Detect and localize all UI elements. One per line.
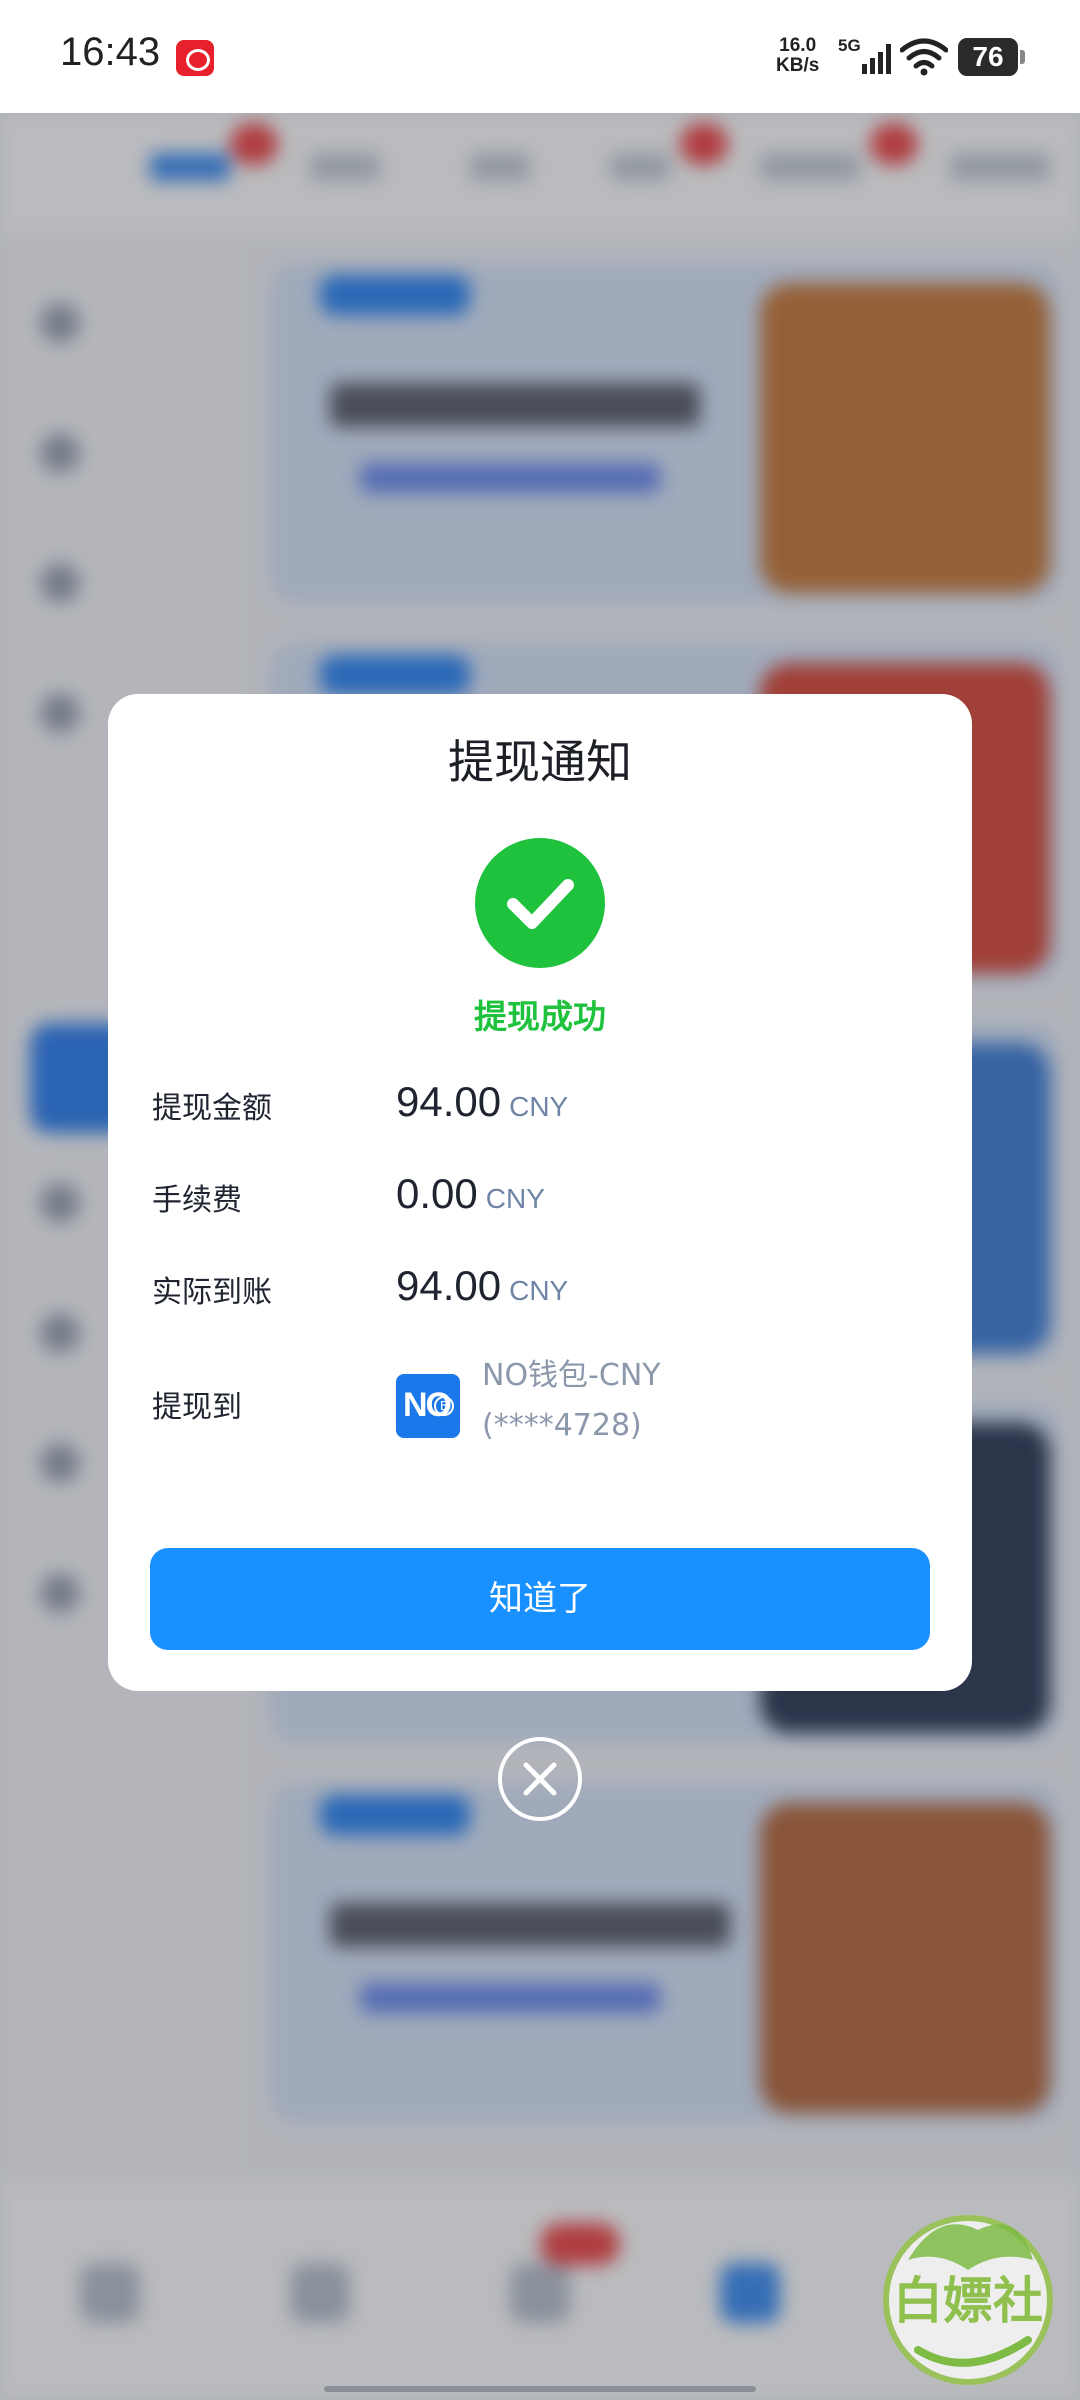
wallet-logo-badge: B: [434, 1396, 454, 1416]
wallet-account: (****4728): [482, 1408, 642, 1443]
received-value: 94.00: [396, 1262, 502, 1309]
destination-label: 提现到: [152, 1390, 242, 1425]
fee-unit: CNY: [485, 1183, 545, 1214]
watermark-text: 白嫖社: [893, 2272, 1043, 2330]
network-speed-value: 16.0: [779, 35, 817, 56]
success-status-text: 提现成功: [474, 997, 606, 1036]
fee-value: 0.00: [396, 1170, 478, 1217]
watermark-logo: 白嫖社: [883, 2215, 1053, 2385]
confirm-button[interactable]: 知道了: [150, 1548, 930, 1650]
wallet-logo-icon: NO B: [396, 1374, 460, 1438]
app-notification-icon: [176, 40, 214, 76]
network-speed-unit: KB/s: [776, 55, 820, 76]
fee-label: 手续费: [152, 1183, 242, 1218]
amount-value: 94.00: [396, 1078, 502, 1125]
withdrawal-dialog: 提现通知 提现成功 提现金额 94.00 CNY 手续费 0.00 CNY 实际到账…: [108, 694, 972, 1691]
status-time: 16:43: [60, 30, 161, 74]
check-circle-icon: [475, 838, 605, 968]
checkmark-icon: [507, 879, 574, 929]
network-type: 5G: [838, 36, 861, 55]
close-dialog-button[interactable]: [498, 1737, 582, 1821]
amount-value-group: 94.00 CNY: [396, 1078, 568, 1126]
close-icon: [523, 1762, 557, 1796]
signal-icon: [862, 44, 891, 74]
battery-indicator: 76: [958, 38, 1025, 76]
status-bar: 16:43 16.0 KB/s 5G 76: [0, 0, 1080, 113]
fee-value-group: 0.00 CNY: [396, 1170, 545, 1218]
home-indicator[interactable]: [324, 2386, 756, 2392]
wallet-name: NO钱包-CNY: [482, 1358, 661, 1393]
dialog-title: 提现通知: [448, 735, 632, 789]
received-label: 实际到账: [152, 1275, 272, 1310]
received-unit: CNY: [509, 1275, 569, 1306]
received-value-group: 94.00 CNY: [396, 1262, 568, 1310]
wifi-icon: [900, 38, 948, 76]
amount-label: 提现金额: [152, 1091, 272, 1126]
amount-unit: CNY: [509, 1091, 569, 1122]
network-speed: 16.0 KB/s: [776, 36, 819, 76]
